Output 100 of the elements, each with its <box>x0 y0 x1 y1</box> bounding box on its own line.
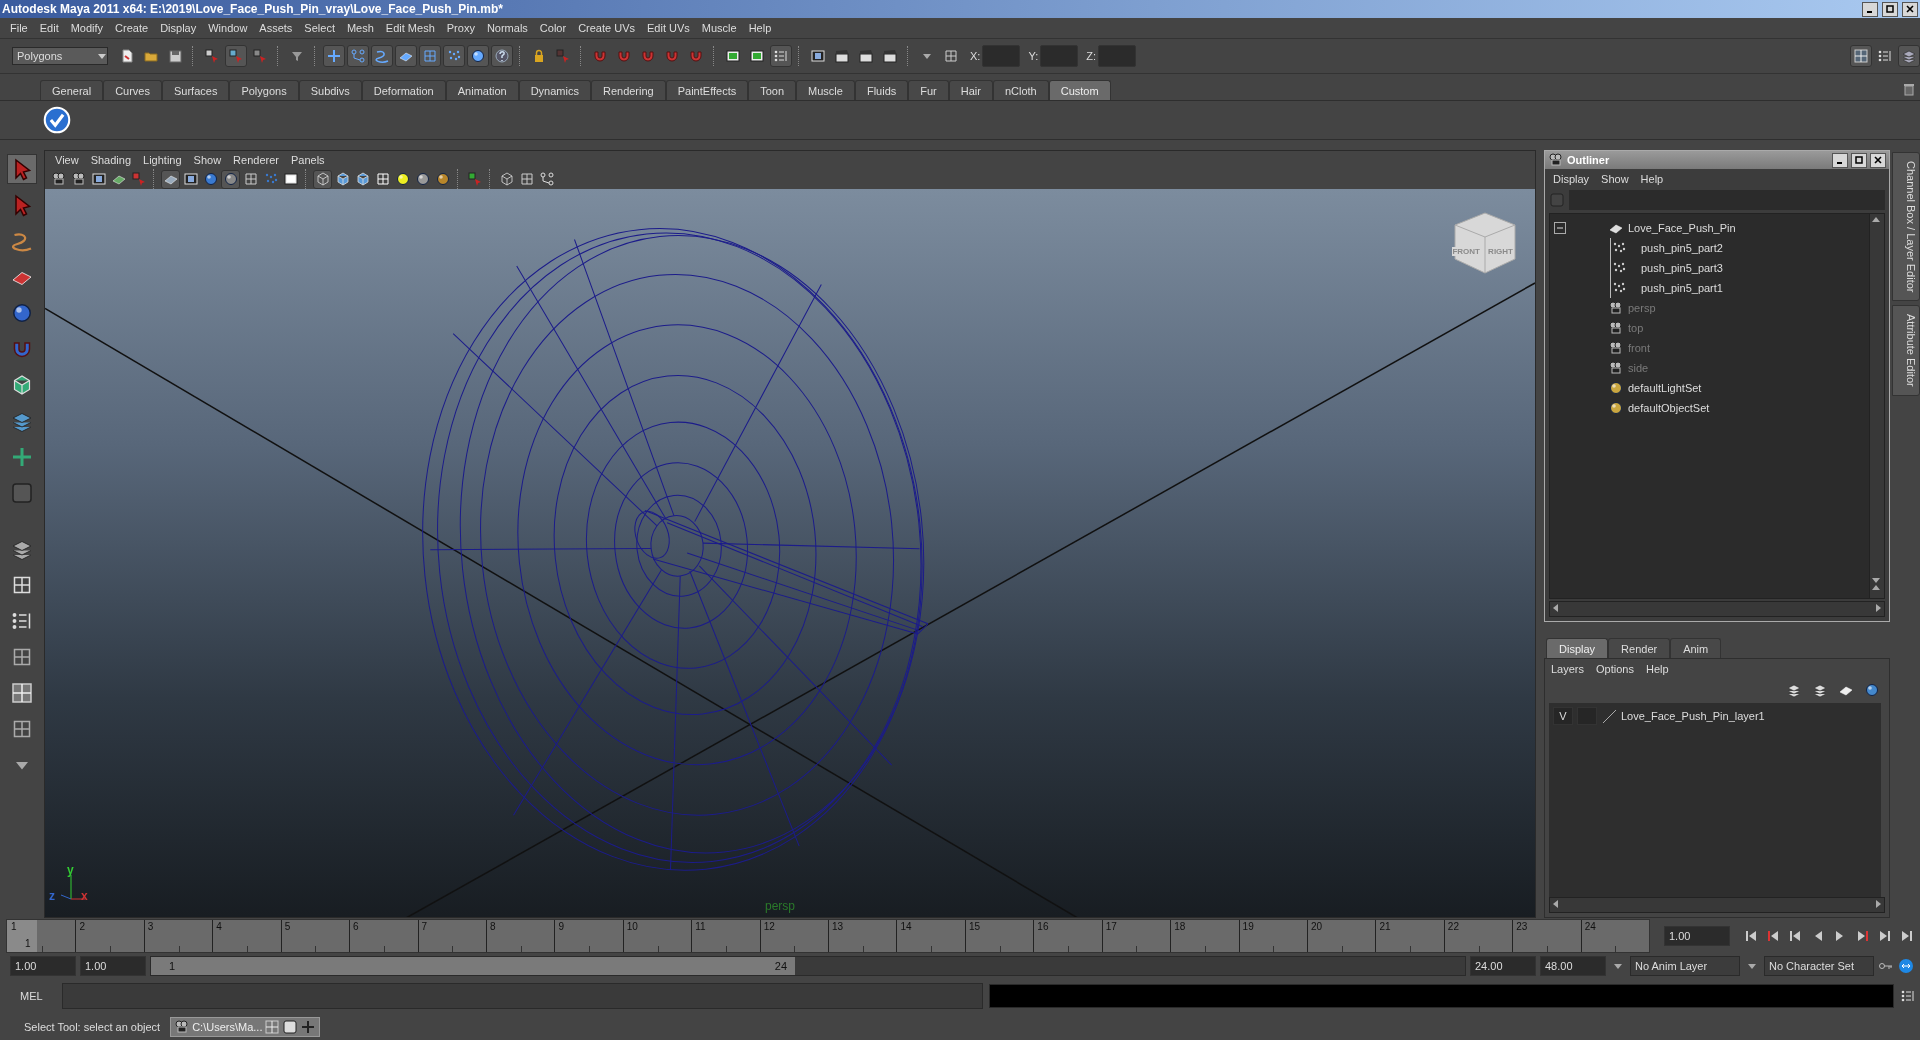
shelf-tab[interactable]: Curves <box>103 80 162 100</box>
shelf-tab[interactable]: Deformation <box>361 80 446 100</box>
menu-item[interactable]: Assets <box>253 22 299 34</box>
range-slider-handle[interactable] <box>151 957 795 975</box>
viewport-menu-item[interactable]: Show <box>187 154 228 166</box>
menu-item[interactable]: Muscle <box>695 22 743 34</box>
snap-plane-icon[interactable] <box>395 45 417 67</box>
wire-cube-icon[interactable] <box>313 169 332 189</box>
shelf-tab[interactable]: Polygons <box>229 80 299 100</box>
shelf-tab[interactable]: Fur <box>908 80 949 100</box>
snap-curve-icon[interactable] <box>347 45 369 67</box>
layer-tab[interactable]: Display <box>1546 638 1609 658</box>
maximize-icon[interactable] <box>1882 1 1898 17</box>
time-slider[interactable]: 1 2 3 4 5 6 7 8 9 10 11 12 13 14 15 16 17 18 19 20 21 22 23 24 1 <box>6 919 1650 953</box>
shelf-tab[interactable]: General <box>40 80 104 100</box>
viewport-menu-item[interactable]: Renderer <box>227 154 285 166</box>
shelf-tab[interactable]: Rendering <box>590 80 666 100</box>
playback-end-field[interactable]: 24.00 <box>1470 956 1536 976</box>
menu-item[interactable]: Edit UVs <box>641 22 696 34</box>
visibility-toggle[interactable]: V <box>1553 707 1573 725</box>
coordinate-field[interactable] <box>982 45 1021 67</box>
menu-item[interactable]: Show <box>1595 173 1635 185</box>
outliner-item[interactable]: Love_Face_Push_Pin <box>1628 222 1736 234</box>
select-tool-icon[interactable] <box>7 154 37 184</box>
menu-item[interactable]: Layers <box>1545 663 1591 675</box>
playback-start-field[interactable]: 1.00 <box>80 956 146 976</box>
layer-name[interactable]: Love_Face_Push_Pin_layer1 <box>1621 710 1765 722</box>
maximize-icon[interactable] <box>1851 152 1867 168</box>
snap-vertex-icon[interactable] <box>443 45 465 67</box>
outliner-item[interactable]: defaultObjectSet <box>1628 402 1710 414</box>
shelf-tab[interactable]: Fluids <box>854 80 909 100</box>
outliner-item[interactable]: push_pin5_part1 <box>1641 282 1723 294</box>
menu-item[interactable]: Create <box>109 22 155 34</box>
side-tab[interactable]: Attribute Editor <box>1892 305 1920 397</box>
shelf-tab[interactable]: Dynamics <box>518 80 591 100</box>
grid-icon[interactable] <box>161 169 180 189</box>
menu-item[interactable]: Select <box>298 22 341 34</box>
menu-item[interactable]: Display <box>1547 173 1596 185</box>
command-language-label[interactable]: MEL <box>20 990 56 1002</box>
current-time-field[interactable]: 1.00 <box>1664 926 1730 946</box>
live-surface-icon[interactable] <box>467 45 489 67</box>
snap-surface-icon[interactable] <box>419 45 441 67</box>
scrollbar[interactable] <box>1549 601 1885 617</box>
side-tab[interactable]: Channel Box / Layer Editor <box>1892 152 1920 302</box>
mode-dropdown[interactable]: Polygons <box>12 47 108 65</box>
outliner-item[interactable]: push_pin5_part2 <box>1641 242 1723 254</box>
checkmark-icon[interactable] <box>42 105 72 135</box>
menu-item[interactable]: File <box>4 22 34 34</box>
menu-item[interactable]: Mesh <box>340 22 380 34</box>
menu-item[interactable]: Display <box>154 22 203 34</box>
snap-grid-icon[interactable] <box>323 45 345 67</box>
wireframe-shade-icon[interactable] <box>221 169 240 189</box>
menu-item[interactable]: Proxy <box>440 22 481 34</box>
minus-icon[interactable] <box>1556 224 1564 232</box>
outliner-item[interactable]: defaultLightSet <box>1628 382 1702 394</box>
viewport-menu-item[interactable]: Shading <box>84 154 138 166</box>
history-icon[interactable] <box>770 45 792 67</box>
viewport-menu-item[interactable]: Panels <box>284 154 331 166</box>
shelf-tab[interactable]: Hair <box>948 80 993 100</box>
maximize-icon[interactable] <box>282 1019 299 1035</box>
shelf-tab[interactable]: Toon <box>748 80 797 100</box>
snap-point-icon[interactable] <box>371 45 393 67</box>
layers-icon[interactable] <box>1898 45 1920 67</box>
viewport-menu-item[interactable]: View <box>49 154 85 166</box>
menu-item[interactable]: Modify <box>64 22 110 34</box>
coordinate-field[interactable] <box>1040 45 1079 67</box>
range-slider[interactable]: 1 24 <box>150 956 1466 976</box>
menu-item[interactable]: Options <box>1590 663 1640 675</box>
share-icon[interactable] <box>537 169 556 189</box>
command-input-field[interactable] <box>62 983 983 1009</box>
anim-layer-dropdown[interactable]: No Anim Layer <box>1630 956 1740 976</box>
menu-item[interactable]: Color <box>533 22 573 34</box>
script-editor-icon[interactable] <box>1900 988 1916 1004</box>
end-time-field[interactable]: 48.00 <box>1540 956 1606 976</box>
shelf-tab[interactable]: Subdivs <box>298 80 362 100</box>
scrollbar[interactable] <box>1549 897 1885 913</box>
character-set-dropdown[interactable]: No Character Set <box>1764 956 1874 976</box>
outliner-item[interactable]: push_pin5_part3 <box>1641 262 1723 274</box>
coordinate-field[interactable] <box>1098 45 1136 67</box>
menu-item[interactable]: Create UVs <box>572 22 641 34</box>
menu-item[interactable]: Normals <box>480 22 534 34</box>
channel-box-icon[interactable] <box>1850 45 1872 67</box>
menu-item[interactable]: Help <box>742 22 778 34</box>
shelf-tab[interactable]: Muscle <box>796 80 855 100</box>
layer-color-icon[interactable] <box>1601 708 1617 724</box>
select-object-icon[interactable] <box>225 45 247 67</box>
shelf-tab[interactable]: Surfaces <box>162 80 230 100</box>
shelf-tab[interactable]: Custom <box>1048 80 1111 100</box>
taskbar-button[interactable]: C:\Users\Ma... <box>170 1017 321 1037</box>
scrollbar[interactable] <box>1869 214 1884 598</box>
menu-item[interactable]: Help <box>1634 173 1670 185</box>
help-icon[interactable] <box>491 45 513 67</box>
menu-item[interactable]: Edit <box>33 22 65 34</box>
shelf-tab[interactable]: nCloth <box>992 80 1049 100</box>
menu-item[interactable]: Edit Mesh <box>379 22 441 34</box>
chat-bubble-icon[interactable] <box>1898 958 1914 974</box>
shelf-tab[interactable]: Animation <box>445 80 519 100</box>
minimize-icon[interactable] <box>1862 1 1878 17</box>
viewport-menu-item[interactable]: Lighting <box>137 154 188 166</box>
menu-item[interactable]: Help <box>1639 663 1675 675</box>
